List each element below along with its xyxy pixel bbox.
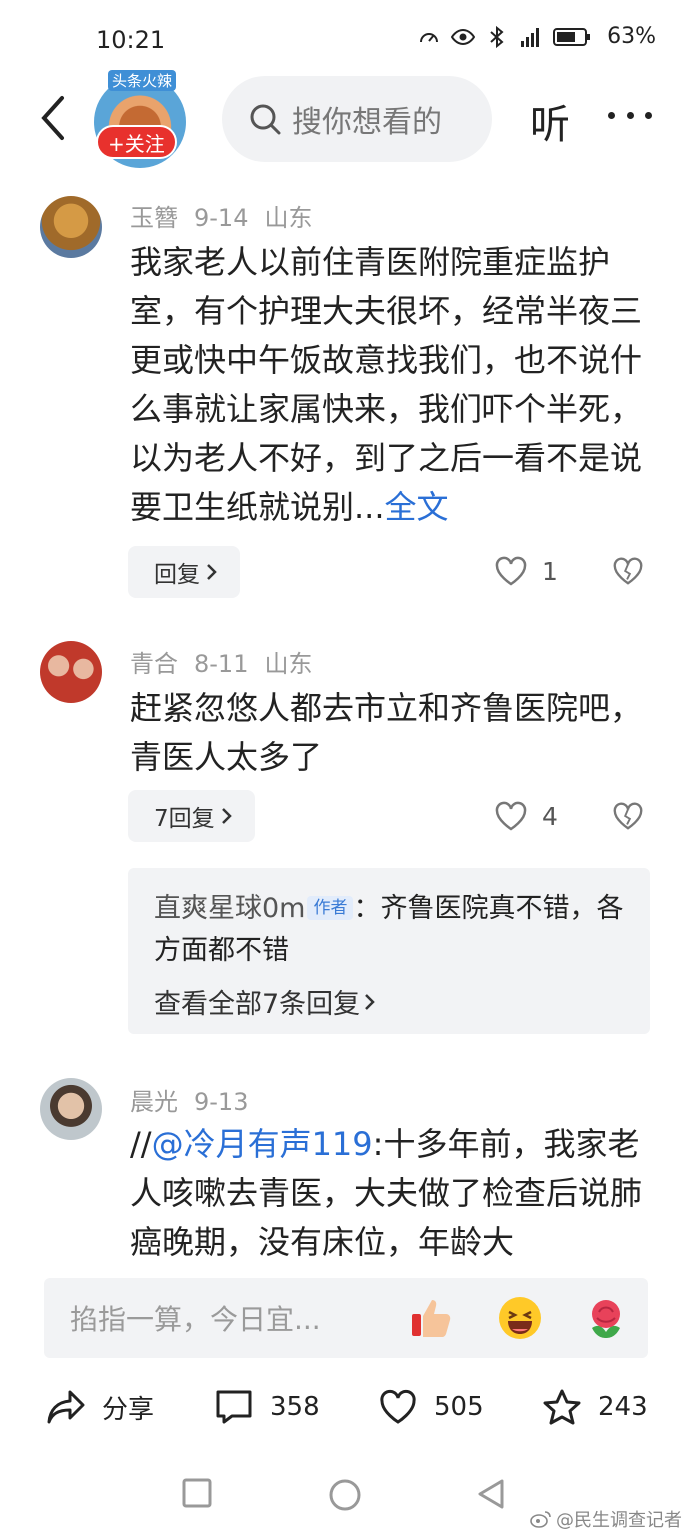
comment-meta: 晨光 9-13 (130, 1082, 264, 1117)
chevron-right-icon (365, 993, 375, 1010)
heart-icon (495, 556, 527, 586)
broken-heart-icon[interactable] (612, 800, 644, 832)
comment-input-placeholder: 掐指一算，今日宜... (70, 1303, 321, 1336)
comment-location: 山东 (264, 650, 313, 678)
status-bar: 10:21 63% (0, 0, 690, 78)
like-button[interactable]: 4 (494, 800, 558, 832)
chevron-right-icon (221, 808, 232, 824)
battery-percent: 63% (607, 24, 656, 49)
recents-square-icon[interactable] (182, 1478, 212, 1508)
eye-icon (451, 28, 476, 45)
follow-button[interactable]: +关注 (96, 125, 177, 159)
view-all-replies-link[interactable]: 查看全部7条回复 (154, 982, 624, 1021)
home-circle-icon[interactable] (328, 1478, 362, 1512)
like-button[interactable]: 1 (494, 555, 558, 587)
comment-text: 我家老人以前住青医附院重症监护室，有个护理大夫很坏，经常半夜三更或快中午饭故意找… (130, 243, 643, 526)
listen-button[interactable]: 听 (530, 92, 570, 150)
heart-icon (380, 1389, 416, 1424)
star-icon (543, 1389, 581, 1425)
share-label: 分享 (102, 1394, 155, 1425)
sub-reply-author[interactable]: 直爽星球0m (154, 893, 305, 924)
comment-date: 9-13 (194, 1088, 249, 1116)
favorites-count: 243 (598, 1392, 648, 1422)
more-options-icon[interactable] (608, 100, 652, 130)
comment-author[interactable]: 晨光 (130, 1088, 178, 1116)
bottom-action-bar: 分享 358 505 243 (0, 1376, 690, 1446)
sub-reply-text: 直爽星球0m 作者 ：齐鲁医院真不错，各方面都不错 (154, 893, 624, 966)
mention-link[interactable]: @冷月有声119 (152, 1125, 373, 1163)
comment-text: 赶紧忽悠人都去市立和齐鲁医院吧，青医人太多了 (130, 689, 643, 776)
avatar[interactable] (40, 641, 102, 703)
account-tag: 头条火辣 (108, 70, 177, 91)
chevron-right-icon (207, 564, 217, 580)
like-article-button[interactable]: 505 (378, 1388, 484, 1426)
comment-input[interactable]: 掐指一算，今日宜... (44, 1278, 648, 1358)
rose-emoji-icon[interactable] (582, 1294, 630, 1342)
search-placeholder: 搜你想看的 (292, 105, 442, 140)
follow-label: +关注 (108, 131, 165, 156)
avatar[interactable] (40, 1078, 102, 1140)
bluetooth-icon (490, 25, 504, 48)
share-icon (47, 1390, 85, 1424)
back-icon[interactable] (34, 94, 74, 142)
search-input[interactable]: 搜你想看的 (222, 76, 492, 162)
heart-icon (495, 801, 527, 831)
avatar[interactable] (40, 196, 102, 258)
comment-date: 9-14 (194, 204, 249, 232)
top-bar: 头条火辣 +关注 搜你想看的 听 (0, 70, 690, 170)
comment-date: 8-11 (194, 650, 249, 678)
reply-button[interactable]: 7回复 (128, 790, 255, 842)
comment-author[interactable]: 青合 (130, 650, 178, 678)
comments-count: 358 (270, 1392, 320, 1422)
back-triangle-icon[interactable] (476, 1478, 506, 1510)
speed-gauge-icon (420, 32, 439, 42)
comment-text: //@冷月有声119:十多年前，我家老人咳嗽去青医，大夫做了检查后说肺癌晚期，没… (130, 1125, 643, 1261)
signal-icon (521, 27, 540, 47)
thumbs-up-emoji-icon[interactable] (408, 1294, 456, 1342)
share-button[interactable]: 分享 (46, 1388, 154, 1426)
comment-location: 山东 (264, 204, 313, 232)
status-time: 10:21 (96, 26, 166, 54)
like-count: 1 (542, 556, 558, 586)
comment-meta: 青合 8-11 山东 (130, 644, 328, 679)
watermark: @民生调查记者 (530, 1506, 682, 1532)
comments-button[interactable]: 358 (214, 1388, 320, 1426)
broken-heart-icon[interactable] (612, 555, 644, 587)
comment-author[interactable]: 玉簪 (130, 204, 178, 232)
comment-meta: 玉簪 9-14 山东 (130, 198, 328, 233)
battery-icon (553, 27, 591, 46)
laughing-emoji-icon[interactable] (496, 1294, 544, 1342)
status-icons: 63% (417, 24, 656, 49)
like-count: 4 (542, 801, 558, 831)
reply-button[interactable]: 回复 (128, 546, 240, 598)
sub-reply-box[interactable]: 直爽星球0m 作者 ：齐鲁医院真不错，各方面都不错 查看全部7条回复 (128, 868, 650, 1034)
comment-icon (216, 1390, 252, 1424)
likes-count: 505 (434, 1392, 484, 1422)
weibo-logo-icon (530, 1511, 551, 1528)
author-badge: 作者 (307, 896, 354, 920)
full-text-link[interactable]: 全文 (385, 488, 449, 526)
search-icon (250, 104, 281, 135)
favorite-button[interactable]: 243 (542, 1388, 648, 1426)
